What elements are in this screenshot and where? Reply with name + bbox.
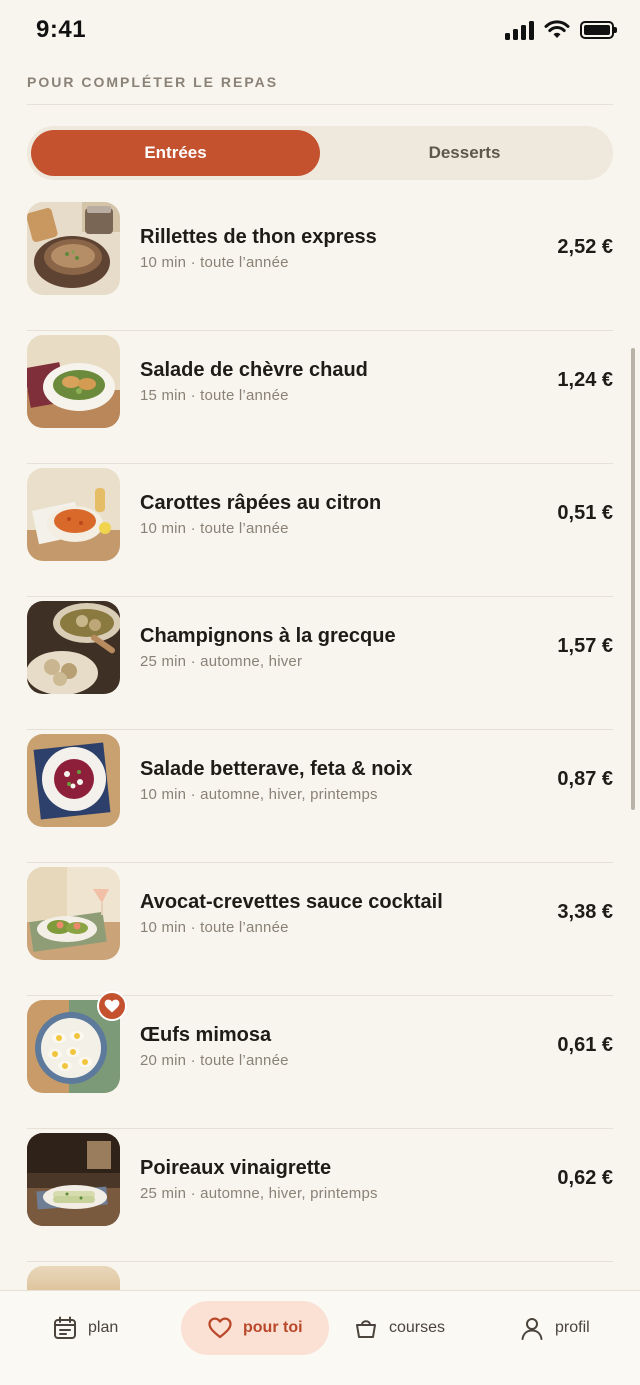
tab-bar: plan pour toi courses profil (0, 1290, 640, 1385)
recipe-meta: 20 min · toute l’année (140, 1052, 289, 1069)
segment-desserts[interactable]: Desserts (320, 130, 609, 176)
scrollbar[interactable] (631, 348, 635, 810)
user-icon (521, 1318, 543, 1340)
recipe-row[interactable]: Avocat-crevettes sauce cocktail 10 min ·… (27, 863, 613, 996)
recipe-price: 0,87 € (557, 768, 613, 790)
heart-icon (104, 999, 120, 1013)
wifi-icon (544, 20, 570, 38)
recipe-price: 0,62 € (557, 1167, 613, 1189)
tab-label: courses (389, 1319, 446, 1336)
recipe-title: Salade betterave, feta & noix (140, 758, 413, 780)
recipe-meta: 10 min · automne, hiver, printemps (140, 786, 378, 803)
recipe-row[interactable]: Rillettes de thon express 10 min · toute… (27, 198, 613, 331)
recipe-title: Avocat-crevettes sauce cocktail (140, 891, 443, 913)
salade-chevre-photo (27, 335, 120, 428)
recipe-title: Rillettes de thon express (140, 226, 377, 248)
tab-label: pour toi (243, 1319, 303, 1336)
cellular-signal-icon (505, 20, 534, 40)
recipe-row[interactable]: Champignons à la grecque 25 min · automn… (27, 597, 613, 730)
section-title: POUR COMPLÉTER LE REPAS (27, 74, 279, 90)
tab-profil[interactable]: profil (519, 1301, 590, 1355)
tab-pour-toi[interactable]: pour toi (181, 1301, 329, 1355)
recipe-row[interactable]: Œufs mimosa 20 min · toute l’année 0,61 … (27, 991, 613, 1129)
recipe-price: 1,57 € (557, 635, 613, 657)
status-time: 9:41 (36, 16, 87, 43)
section-divider (27, 104, 613, 105)
course-segmented-control: Entrées Desserts (27, 126, 613, 180)
recipe-meta: 25 min · automne, hiver, printemps (140, 1185, 378, 1202)
segment-entrees[interactable]: Entrées (31, 130, 320, 176)
recipe-meta: 10 min · toute l’année (140, 919, 289, 936)
recipe-row[interactable]: Salade de chèvre chaud 15 min · toute l’… (27, 331, 613, 464)
recipe-title: Carottes râpées au citron (140, 492, 382, 514)
carottes-photo (27, 468, 120, 561)
tab-courses[interactable]: courses (353, 1301, 445, 1355)
status-icons (505, 20, 617, 40)
recipe-price: 0,51 € (557, 502, 613, 524)
favorite-badge[interactable] (97, 991, 127, 1021)
tab-label: plan (88, 1319, 119, 1336)
battery-icon (580, 21, 617, 39)
avocat-photo (27, 867, 120, 960)
poireaux-photo (27, 1133, 120, 1226)
screen: 9:41 POUR COMPLÉTER LE REPAS Entrées Des… (0, 0, 640, 1385)
recipe-row[interactable]: Salade betterave, feta & noix 10 min · a… (27, 730, 613, 863)
recipe-price: 0,61 € (557, 1034, 613, 1056)
recipe-meta: 25 min · automne, hiver (140, 653, 303, 670)
recipe-price: 3,38 € (557, 901, 613, 923)
rillettes-photo (27, 202, 120, 295)
heart-icon (208, 1317, 232, 1339)
recipe-title: Œufs mimosa (140, 1024, 272, 1046)
recipe-title: Champignons à la grecque (140, 625, 396, 647)
recipe-meta: 15 min · toute l’année (140, 387, 289, 404)
recipe-row[interactable]: Carottes râpées au citron 10 min · toute… (27, 464, 613, 597)
calendar-icon (54, 1316, 76, 1339)
recipe-title: Salade de chèvre chaud (140, 359, 368, 381)
champignons-photo (27, 601, 120, 694)
status-bar: 9:41 (0, 0, 640, 62)
recipe-meta: 10 min · toute l’année (140, 520, 289, 537)
recipe-price: 2,52 € (557, 236, 613, 258)
recipe-list: Rillettes de thon express 10 min · toute… (27, 198, 613, 1262)
basket-icon (356, 1320, 376, 1338)
betterave-photo (27, 734, 120, 827)
tab-plan[interactable]: plan (52, 1301, 118, 1355)
recipe-title: Poireaux vinaigrette (140, 1157, 332, 1179)
recipe-meta: 10 min · toute l’année (140, 254, 289, 271)
recipe-price: 1,24 € (557, 369, 613, 391)
tab-label: profil (555, 1319, 590, 1336)
recipe-row[interactable]: Poireaux vinaigrette 25 min · automne, h… (27, 1129, 613, 1262)
